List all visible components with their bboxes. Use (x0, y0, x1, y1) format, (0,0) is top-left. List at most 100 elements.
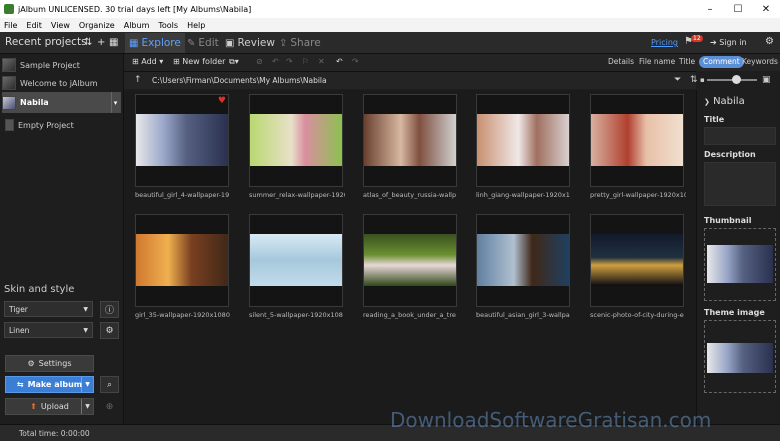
project-name: Nabila (20, 98, 49, 107)
image-tile[interactable] (476, 214, 570, 307)
thumbnail-drop-area[interactable] (704, 228, 776, 301)
tab-explore[interactable]: ▦ Explore (125, 33, 185, 53)
edit-icon: ✎ (187, 37, 196, 49)
style-settings-button[interactable]: ⚙ (100, 322, 119, 339)
menu-album[interactable]: Album (124, 21, 150, 30)
chevron-down-icon[interactable]: ▼ (81, 377, 93, 392)
image-tile[interactable] (363, 94, 457, 187)
image-tile[interactable] (249, 214, 343, 307)
arrow-up-icon[interactable]: ↑ (134, 75, 142, 85)
heart-icon[interactable]: ♥ (218, 96, 226, 106)
image-tile[interactable] (590, 214, 684, 307)
style-select[interactable]: Linen ▼ (4, 322, 93, 338)
image-tile[interactable] (590, 94, 684, 187)
maximize-button[interactable]: ☐ (724, 0, 752, 18)
settings-gear-icon[interactable]: ⚙ (765, 36, 774, 47)
image-caption: linh_giang-wallpaper-1920x1 (476, 191, 570, 199)
image-tile[interactable]: ♥ (135, 94, 229, 187)
filter-icon[interactable]: ⏷ (674, 75, 681, 85)
skin-info-button[interactable]: ⓘ (100, 301, 119, 318)
project-sample[interactable]: Sample Project (2, 56, 121, 74)
add-project-icon[interactable]: + (97, 37, 105, 48)
column-title[interactable]: Title (679, 57, 695, 66)
image-tile[interactable] (135, 214, 229, 307)
theme-image-drop-area[interactable] (704, 320, 776, 393)
thumbnail-image (707, 245, 773, 283)
menu-organize[interactable]: Organize (79, 21, 115, 30)
projects-sidebar: Sample Project Welcome to jAlbum Nabila … (0, 54, 124, 424)
close-button[interactable]: ✕ (752, 0, 780, 18)
tab-review[interactable]: ▣ Review (221, 33, 279, 53)
tab-review-label: Review (237, 37, 275, 49)
image-caption: pretty_girl-wallpaper-1920x10 (590, 191, 686, 199)
project-empty[interactable]: Empty Project (2, 116, 121, 134)
sort-icon[interactable]: ⇅ (690, 75, 698, 85)
image-tile[interactable] (363, 214, 457, 307)
menu-file[interactable]: File (4, 21, 17, 30)
settings-button[interactable]: ⚙ Settings (5, 355, 94, 372)
add-button[interactable]: ⊞ Add ▾ (132, 57, 163, 66)
folder-options-icon[interactable]: ⧉▾ (229, 57, 239, 67)
column-file-name[interactable]: File name (639, 57, 675, 66)
title-bar: jAlbum UNLICENSED. 30 trial days left [M… (0, 0, 780, 18)
pricing-link[interactable]: Pricing (651, 38, 678, 47)
project-thumbnail (2, 95, 16, 110)
menu-bar: File Edit View Organize Album Tools Help (0, 18, 780, 32)
grid-view-icon[interactable]: ▦ (109, 37, 118, 48)
image-tile[interactable] (249, 94, 343, 187)
project-welcome[interactable]: Welcome to jAlbum (2, 74, 121, 92)
review-icon: ▣ (225, 37, 235, 49)
tab-share[interactable]: ⇪ Share (275, 33, 325, 53)
project-thumbnail (2, 76, 16, 90)
skin-style-title: Skin and style (4, 284, 75, 295)
image-grid: ♥ beautiful_girl_4-wallpaper-19 summer_r… (124, 90, 696, 424)
image-caption: beautiful_girl_4-wallpaper-19 (135, 191, 230, 199)
app-icon (4, 4, 14, 14)
image-thumbnail (477, 234, 569, 286)
image-tile[interactable] (476, 94, 570, 187)
folder-title-text: Nabila (713, 96, 745, 107)
make-album-button[interactable]: ⇆ Make album ▼ (5, 376, 94, 393)
column-details[interactable]: Details (608, 57, 634, 66)
share-icon: ⇪ (279, 37, 288, 49)
menu-help[interactable]: Help (187, 21, 205, 30)
title-input[interactable] (704, 127, 776, 145)
folder-title: ❯ Nabila (704, 96, 745, 107)
chevron-down-icon[interactable]: ▾ (111, 92, 119, 113)
total-time: Total time: 0:00:00 (19, 429, 90, 438)
new-folder-button[interactable]: ⊞ New folder (173, 57, 225, 66)
menu-view[interactable]: View (51, 21, 70, 30)
column-comment[interactable]: Comment (699, 56, 744, 68)
rotate-right-icon: ↷ (286, 57, 293, 66)
image-caption: reading_a_book_under_a_tre (363, 311, 456, 319)
tab-edit[interactable]: ✎ Edit (183, 33, 223, 53)
project-nabila[interactable]: Nabila ▾ (2, 92, 121, 113)
sign-in-button[interactable]: ➔ Sign in (710, 38, 747, 47)
sort-icon[interactable]: ⇅ (84, 37, 92, 48)
properties-panel: ❯ Nabila Title Description Thumbnail The… (696, 90, 780, 424)
image-thumbnail (136, 234, 228, 286)
menu-edit[interactable]: Edit (26, 21, 42, 30)
window-title: jAlbum UNLICENSED. 30 trial days left [M… (18, 4, 252, 14)
project-thumbnail (2, 58, 16, 72)
thumbnail-size-slider-handle[interactable] (732, 75, 741, 84)
image-thumbnail (591, 234, 683, 286)
image-thumbnail (477, 114, 569, 166)
style-value: Linen (9, 325, 30, 335)
description-input[interactable] (704, 162, 776, 206)
upload-icon: ⬆ (30, 402, 37, 411)
project-thumbnail (5, 119, 14, 131)
preview-search-button[interactable]: ⌕ (100, 376, 119, 393)
skin-select[interactable]: Tiger ▼ (4, 301, 93, 317)
zoom-icon: ⊕ (105, 401, 114, 412)
exclude-icon: ⊘ (256, 57, 263, 66)
menu-tools[interactable]: Tools (158, 21, 178, 30)
path-bar: ↑ C:\Users\Firman\Documents\My Albums\Na… (124, 71, 696, 89)
theme-image (707, 343, 773, 373)
chevron-down-icon[interactable]: ▼ (81, 399, 93, 414)
tab-edit-label: Edit (198, 37, 219, 49)
upload-button[interactable]: ⬆ Upload ▼ (5, 398, 94, 415)
column-keywords[interactable]: Keywords (742, 57, 778, 66)
undo-icon[interactable]: ↶ (336, 57, 343, 66)
minimize-button[interactable]: – (696, 0, 724, 18)
